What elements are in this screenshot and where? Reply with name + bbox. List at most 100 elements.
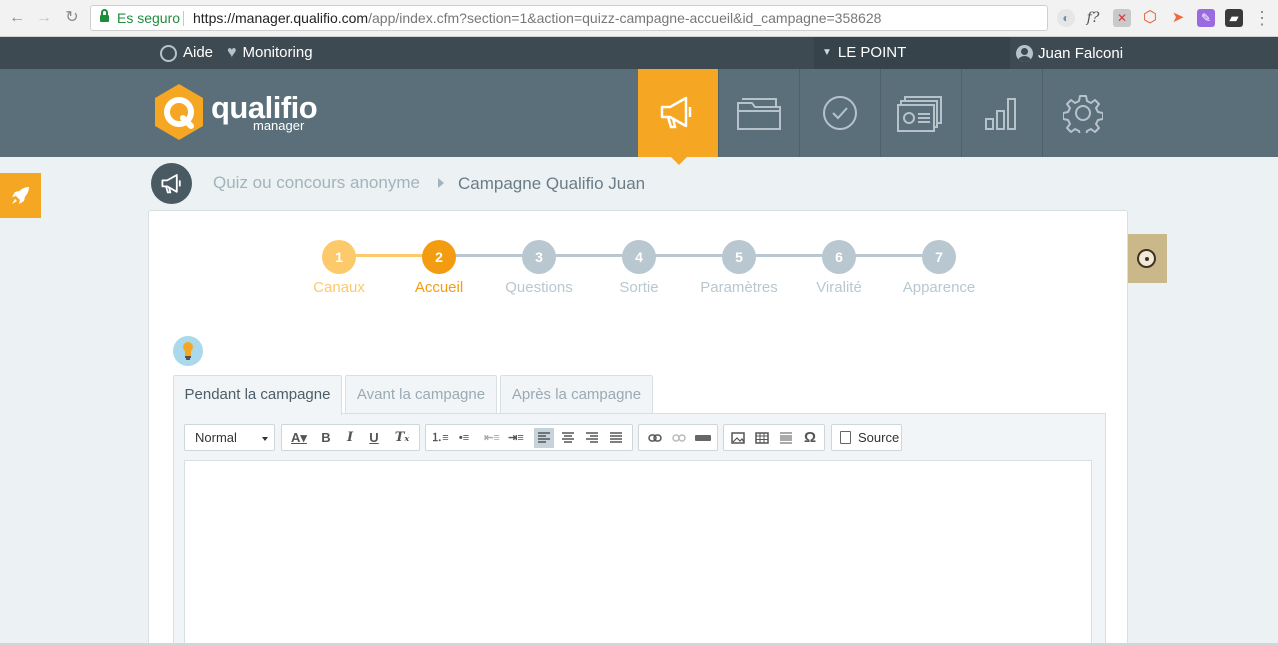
- breadcrumb-parent[interactable]: Quiz ou concours anonyme: [213, 173, 420, 193]
- remove-format-icon[interactable]: Tₓ: [392, 428, 412, 448]
- campaign-type-badge: [151, 163, 192, 204]
- numbered-list-icon[interactable]: ⒈≡: [430, 428, 450, 448]
- step-label-parametres[interactable]: Paramètres: [684, 279, 794, 296]
- monitoring-label: Monitoring: [242, 44, 313, 61]
- help-label: Aide: [183, 44, 214, 61]
- toolbar-group-paragraph: ⒈≡ •≡ ⇤≡ ⇥≡: [425, 424, 633, 451]
- extension-globe-icon[interactable]: ◐: [1057, 9, 1075, 27]
- back-arrow-icon[interactable]: ←: [7, 8, 27, 28]
- logo-subtitle: manager: [253, 118, 305, 133]
- extension-tool-icon[interactable]: ✕: [1113, 9, 1131, 27]
- bar-chart-icon: [985, 98, 1016, 130]
- launch-button[interactable]: [0, 173, 41, 218]
- lifebuoy-icon: [160, 44, 177, 62]
- rocket-icon: [12, 187, 29, 204]
- step-4[interactable]: 4: [622, 240, 656, 274]
- special-char-icon[interactable]: Ω: [800, 428, 820, 448]
- heartbeat-icon: ♥: [227, 44, 237, 61]
- active-nav-pointer: [671, 157, 687, 165]
- contacts-icon: [897, 96, 942, 132]
- italic-icon[interactable]: I: [340, 428, 360, 448]
- align-center-icon[interactable]: [558, 428, 578, 448]
- unlink-icon[interactable]: [669, 428, 689, 448]
- monitoring-link[interactable]: ♥ Monitoring: [227, 37, 313, 69]
- qualifio-logo-icon[interactable]: [153, 84, 205, 140]
- megaphone-icon: [161, 174, 181, 194]
- justify-icon[interactable]: [606, 428, 626, 448]
- tab-avant-la-campagne[interactable]: Avant la campagne: [345, 375, 497, 414]
- toolbar-group-text: A▾ B I U Tₓ: [281, 424, 420, 451]
- help-link[interactable]: Aide: [160, 37, 213, 69]
- step-2[interactable]: 2: [422, 240, 456, 274]
- text-color-icon[interactable]: A▾: [286, 428, 312, 448]
- step-label-canaux[interactable]: Canaux: [284, 279, 394, 296]
- step-5[interactable]: 5: [722, 240, 756, 274]
- rich-text-editor[interactable]: [184, 460, 1092, 645]
- extension-dark-icon[interactable]: ▰: [1225, 9, 1243, 27]
- step-connector: [355, 254, 425, 257]
- caret-down-icon: ▼: [822, 47, 832, 58]
- source-label: Source: [858, 430, 900, 445]
- breadcrumb-current: Campagne Qualifio Juan: [458, 174, 646, 193]
- step-label-sortie[interactable]: Sortie: [584, 279, 694, 296]
- step-label-accueil[interactable]: Accueil: [384, 279, 494, 296]
- link-icon[interactable]: [645, 428, 665, 448]
- anchor-icon[interactable]: [693, 428, 713, 448]
- extension-shield-icon[interactable]: ⬡: [1141, 9, 1159, 27]
- app-header: qualifio manager: [0, 69, 1278, 157]
- breadcrumb-arrow-icon: [438, 178, 444, 188]
- source-doc-icon: [840, 431, 851, 444]
- tip-button[interactable]: [173, 336, 203, 366]
- bullet-list-icon[interactable]: •≡: [454, 428, 474, 448]
- nav-statistics[interactable]: [961, 69, 1041, 157]
- extension-pen-icon[interactable]: ✎: [1197, 9, 1215, 27]
- nav-contacts[interactable]: [880, 69, 960, 157]
- user-avatar-icon: [1016, 44, 1033, 62]
- browser-toolbar: ← → ↻ Es seguro https://manager.qualifio…: [0, 0, 1278, 37]
- clock-icon: [1137, 249, 1156, 268]
- bold-icon[interactable]: B: [316, 428, 336, 448]
- tab-apres-la-campagne[interactable]: Après la campagne: [500, 375, 653, 414]
- image-icon[interactable]: [728, 428, 748, 448]
- megaphone-icon: [660, 96, 692, 129]
- nav-folders[interactable]: [718, 69, 798, 157]
- url-separator: [183, 11, 184, 26]
- step-label-questions[interactable]: Questions: [484, 279, 594, 296]
- tab-pendant-la-campagne[interactable]: Pendant la campagne: [173, 375, 342, 415]
- outdent-icon[interactable]: ⇤≡: [482, 428, 502, 448]
- user-name: Juan Falconi: [1038, 44, 1124, 62]
- step-7[interactable]: 7: [922, 240, 956, 274]
- forward-arrow-icon[interactable]: →: [34, 8, 54, 28]
- table-icon[interactable]: [752, 428, 772, 448]
- indent-icon[interactable]: ⇥≡: [506, 428, 526, 448]
- secure-label: Es seguro: [117, 10, 181, 26]
- step-6[interactable]: 6: [822, 240, 856, 274]
- account-selector[interactable]: ▼ LE POINT: [814, 37, 1010, 69]
- timer-side-tab[interactable]: [1128, 234, 1167, 283]
- step-1[interactable]: 1: [322, 240, 356, 274]
- gear-icon: [1063, 95, 1103, 133]
- account-label: LE POINT: [837, 44, 907, 61]
- folder-icon: [737, 98, 781, 130]
- nav-campaigns[interactable]: [638, 69, 718, 157]
- extension-formula-icon[interactable]: f?: [1084, 9, 1102, 27]
- nav-validation[interactable]: [799, 69, 879, 157]
- align-left-icon[interactable]: [534, 428, 554, 448]
- user-menu[interactable]: Juan Falconi: [1016, 37, 1123, 69]
- toolbar-group-insert: Ω: [723, 424, 825, 451]
- step-label-apparence[interactable]: Apparence: [884, 279, 994, 296]
- url-text[interactable]: https://manager.qualifio.com/app/index.c…: [193, 6, 881, 30]
- address-bar[interactable]: Es seguro https://manager.qualifio.com/a…: [90, 5, 1048, 31]
- horizontal-rule-icon[interactable]: [776, 428, 796, 448]
- step-label-viralite[interactable]: Viralité: [784, 279, 894, 296]
- format-select[interactable]: Normal: [184, 424, 275, 451]
- align-right-icon[interactable]: [582, 428, 602, 448]
- nav-settings[interactable]: [1042, 69, 1122, 157]
- extension-arrow-icon[interactable]: ➤: [1169, 9, 1187, 27]
- reload-icon[interactable]: ↻: [62, 8, 82, 28]
- lock-icon: [100, 9, 109, 23]
- underline-icon[interactable]: U: [364, 428, 384, 448]
- step-3[interactable]: 3: [522, 240, 556, 274]
- source-button[interactable]: Source: [831, 424, 902, 451]
- browser-menu-icon[interactable]: ⋮: [1252, 8, 1272, 28]
